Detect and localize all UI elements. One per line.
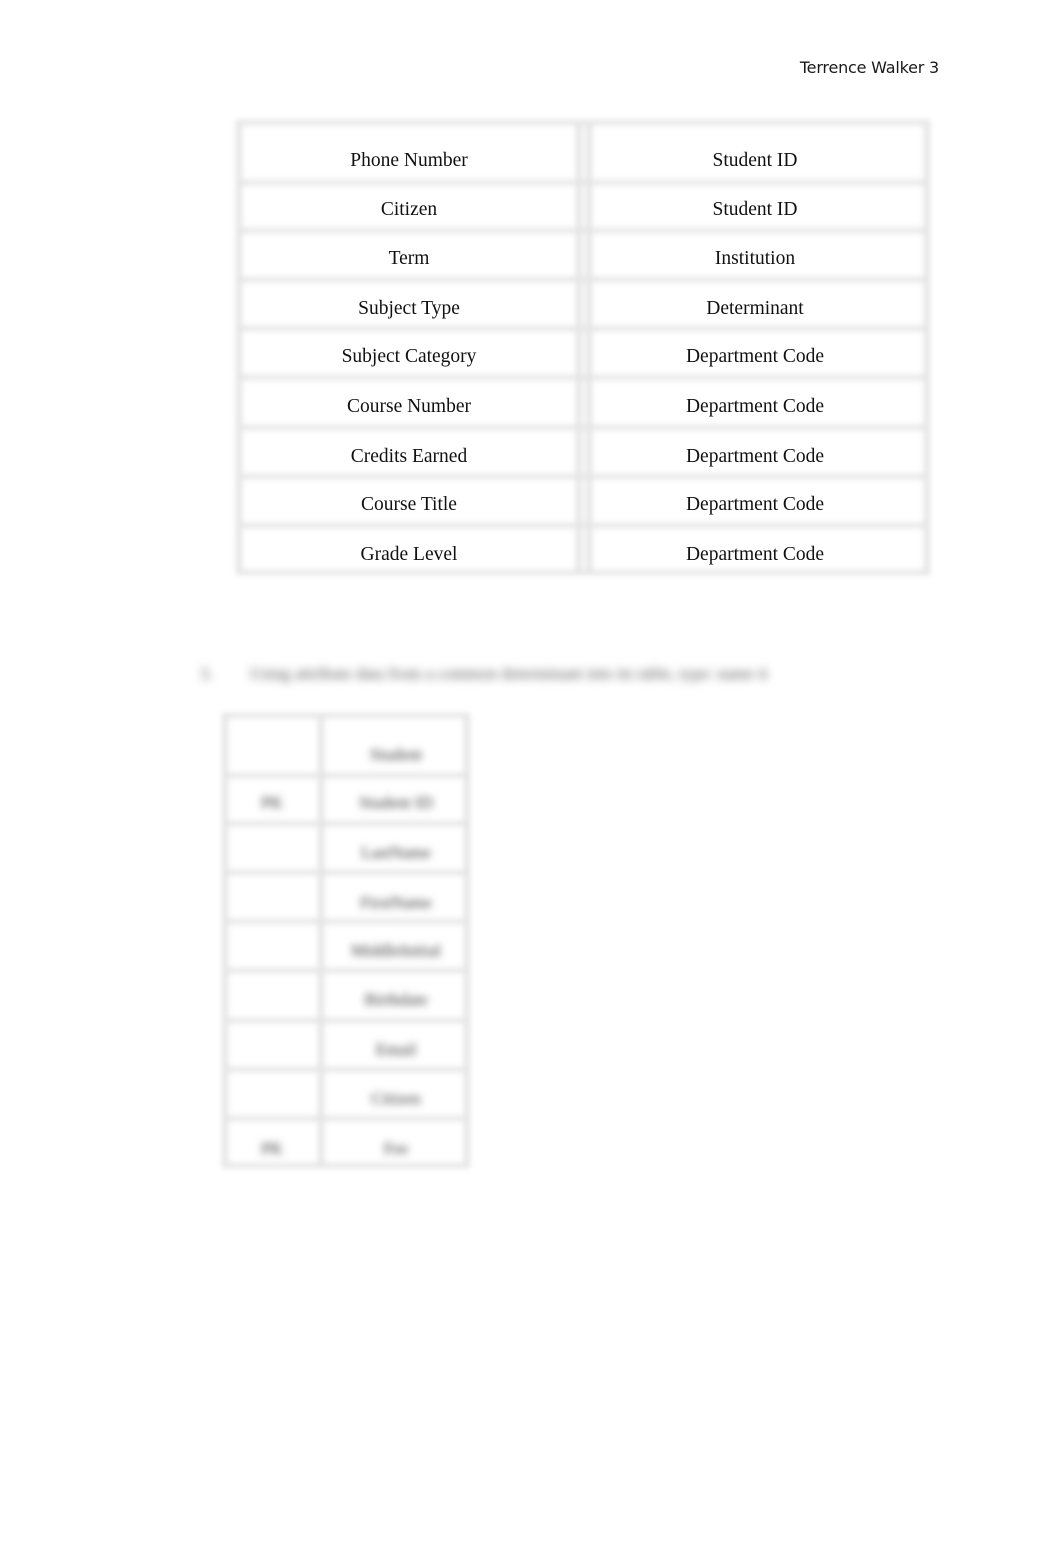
attribute-cell: Subject Category bbox=[341, 346, 477, 368]
determinant-cell: Department Code bbox=[685, 544, 825, 566]
table-row: LastName bbox=[222, 829, 470, 877]
table-row: PK Fee bbox=[222, 1125, 470, 1173]
attribute-cell: Subject Type bbox=[358, 298, 460, 320]
table-row: MiddleInitial bbox=[222, 927, 470, 975]
determinant-cell: Department Code bbox=[685, 446, 825, 468]
determinant-table: Phone Number Student ID Citizen Student ID T… bbox=[236, 120, 930, 575]
determinant-cell: Student ID bbox=[712, 199, 798, 221]
attribute-cell: Course Title bbox=[361, 494, 457, 516]
table-row: Citizen Student ID bbox=[236, 186, 930, 234]
attribute-cell: Phone Number bbox=[350, 150, 468, 172]
determinant-cell: Institution bbox=[714, 248, 796, 270]
field-cell: Student bbox=[370, 745, 422, 764]
table-row: Grade Level Department Code bbox=[236, 531, 930, 579]
table-row: Course Title Department Code bbox=[236, 481, 930, 529]
field-cell: FirstName bbox=[360, 893, 432, 912]
determinant-cell: Department Code bbox=[685, 396, 825, 418]
determinant-cell: Determinant bbox=[706, 298, 804, 320]
table-row: Course Number Department Code bbox=[236, 383, 930, 431]
attribute-cell: Term bbox=[388, 248, 430, 270]
field-cell: Student ID bbox=[358, 793, 434, 812]
field-cell: Fee bbox=[383, 1139, 409, 1158]
student-table: Student PK Student ID LastName FirstName Midd… bbox=[222, 713, 470, 1168]
question-number: 3. bbox=[200, 664, 213, 683]
attribute-cell: Grade Level bbox=[360, 544, 458, 566]
attribute-cell: Citizen bbox=[380, 199, 438, 221]
table-row: Subject Category Department Code bbox=[236, 333, 930, 381]
table-row: Citizen bbox=[222, 1075, 470, 1123]
table-row: Subject Type Determinant bbox=[236, 285, 930, 333]
field-cell: LastName bbox=[361, 843, 431, 862]
table-row: Term Institution bbox=[236, 235, 930, 283]
determinant-cell: Department Code bbox=[685, 346, 825, 368]
determinant-cell: Student ID bbox=[712, 150, 798, 172]
question-text: Using attribute data from a common deter… bbox=[250, 664, 768, 683]
attribute-cell: Course Number bbox=[346, 396, 472, 418]
running-head: Terrence Walker 3 bbox=[799, 58, 939, 77]
field-cell: Citizen bbox=[371, 1089, 421, 1108]
field-cell: MiddleInitial bbox=[351, 941, 441, 960]
attribute-cell: Credits Earned bbox=[350, 446, 468, 468]
table-row: Credits Earned Department Code bbox=[236, 433, 930, 481]
key-cell: PK bbox=[261, 793, 283, 812]
key-cell: PK bbox=[261, 1139, 283, 1158]
table-row: Birthdate bbox=[222, 976, 470, 1024]
table-row: Student bbox=[222, 731, 470, 779]
field-cell: Birthdate bbox=[364, 990, 428, 1009]
table-row: Email bbox=[222, 1026, 470, 1074]
table-row: FirstName bbox=[222, 879, 470, 927]
table-row: Phone Number Student ID bbox=[236, 137, 930, 185]
table-row: PK Student ID bbox=[222, 779, 470, 827]
determinant-cell: Department Code bbox=[685, 494, 825, 516]
field-cell: Email bbox=[375, 1040, 417, 1059]
